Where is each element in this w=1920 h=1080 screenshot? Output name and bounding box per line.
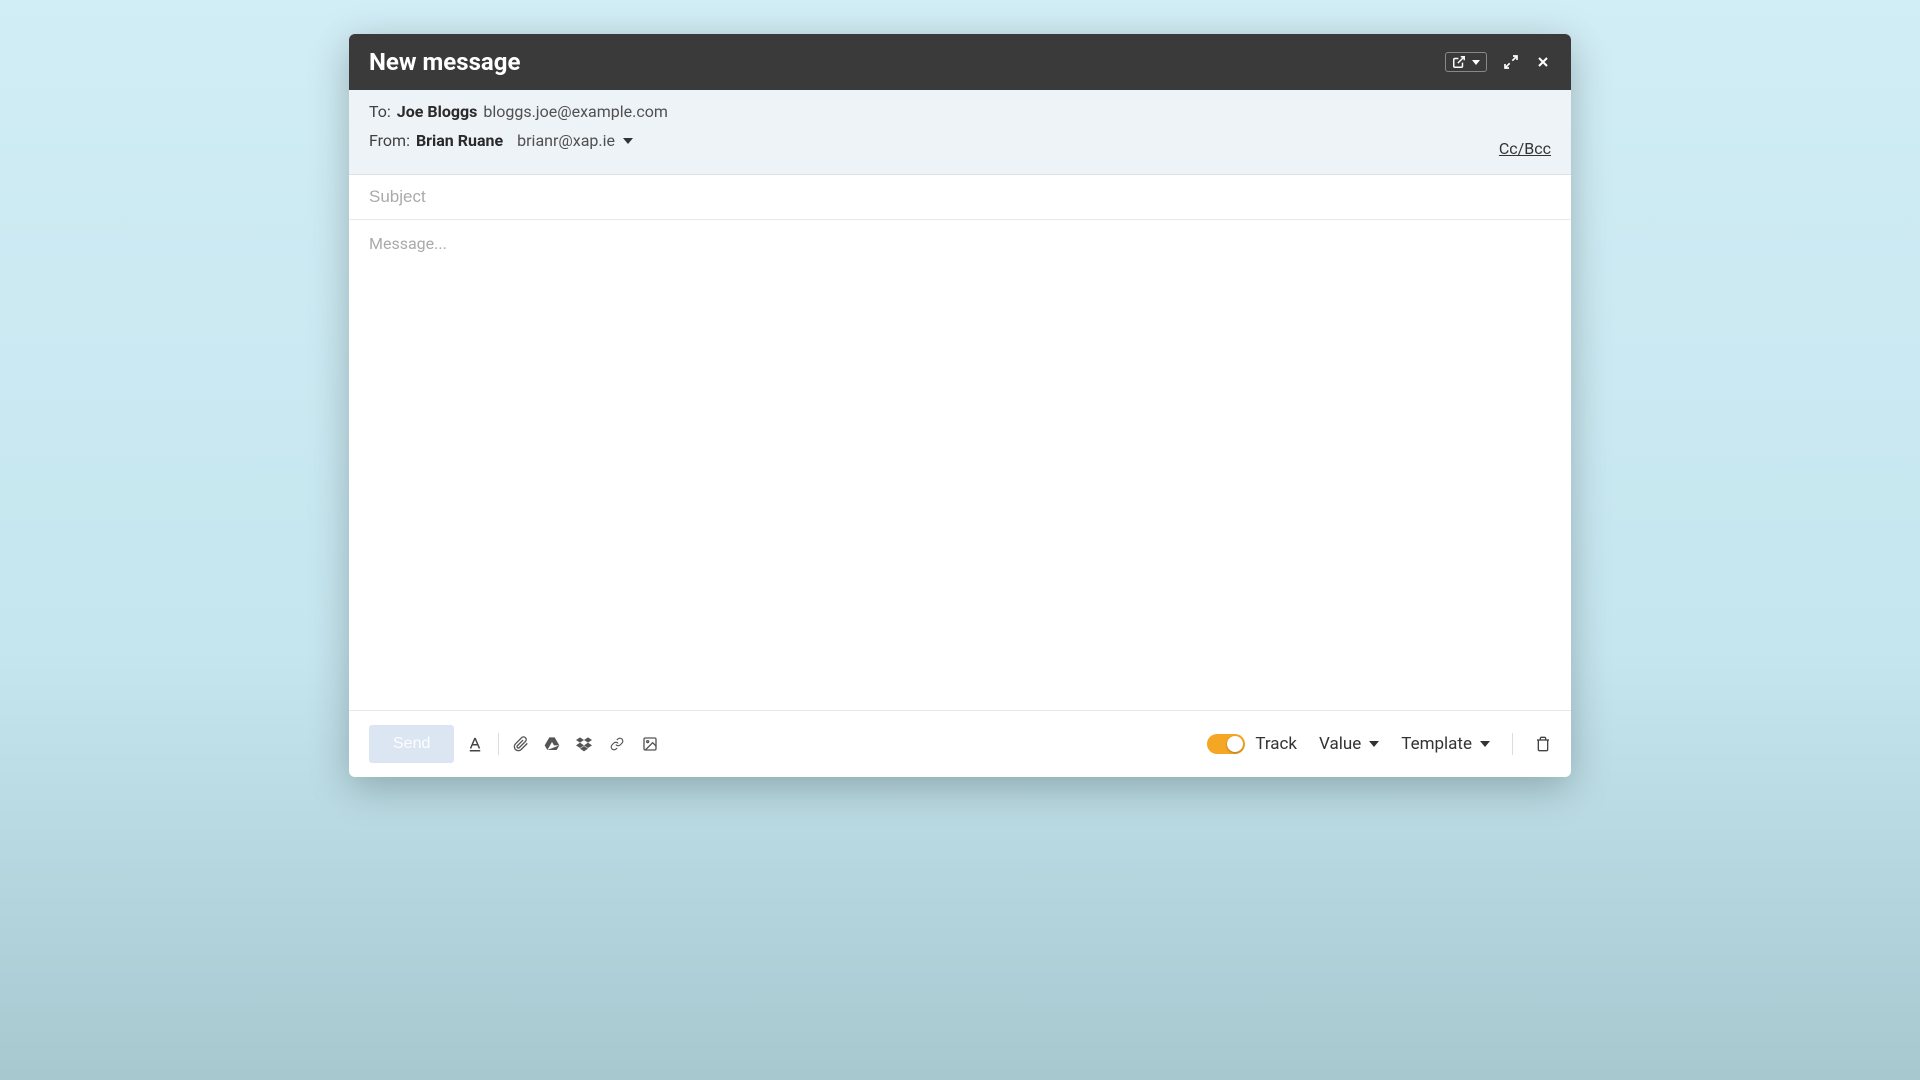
subject-input[interactable]: [369, 175, 1551, 219]
expand-button[interactable]: [1503, 54, 1519, 70]
track-toggle[interactable]: [1207, 734, 1245, 754]
from-label: From:: [369, 131, 410, 150]
from-email: brianr@xap.ie: [517, 131, 615, 150]
footer-left: Send: [369, 725, 659, 763]
value-label: Value: [1319, 734, 1361, 754]
popout-dropdown[interactable]: [1445, 52, 1487, 72]
compose-footer: Send: [349, 710, 1571, 777]
recipients-section: To: Joe Bloggs bloggs.joe@example.com Fr…: [349, 90, 1571, 175]
body-area: [349, 220, 1571, 710]
template-label: Template: [1401, 734, 1472, 754]
track-label: Track: [1255, 734, 1297, 754]
ccbcc-link[interactable]: Cc/Bcc: [1499, 139, 1551, 158]
attachment-button[interactable]: [513, 735, 529, 753]
toolbar-icons: [466, 733, 659, 755]
close-button[interactable]: [1535, 54, 1551, 70]
compose-window: New message: [349, 34, 1571, 777]
link-button[interactable]: [607, 737, 627, 751]
popout-icon: [1452, 55, 1466, 69]
header-title: New message: [369, 48, 520, 76]
template-dropdown[interactable]: Template: [1401, 734, 1490, 754]
subject-row: [349, 175, 1571, 220]
from-dropdown[interactable]: Brian Ruane brianr@xap.ie: [416, 131, 633, 150]
to-name: Joe Bloggs: [397, 102, 478, 121]
image-button[interactable]: [641, 736, 659, 752]
track-group: Track: [1207, 734, 1297, 754]
google-drive-button[interactable]: [543, 736, 561, 752]
to-label: To:: [369, 102, 391, 121]
message-textarea[interactable]: [369, 234, 1551, 272]
send-button[interactable]: Send: [369, 725, 454, 763]
compose-header: New message: [349, 34, 1571, 90]
header-controls: [1445, 52, 1551, 72]
text-format-button[interactable]: [466, 735, 484, 753]
delete-button[interactable]: [1535, 735, 1551, 753]
chevron-down-icon: [1369, 741, 1379, 747]
footer-right: Track Value Template: [1207, 733, 1551, 755]
chevron-down-icon: [623, 138, 633, 144]
chevron-down-icon: [1480, 741, 1490, 747]
chevron-down-icon: [1472, 60, 1480, 65]
from-row: From: Brian Ruane brianr@xap.ie: [369, 131, 1551, 150]
to-email: bloggs.joe@example.com: [483, 102, 668, 121]
dropbox-button[interactable]: [575, 736, 593, 752]
to-row[interactable]: To: Joe Bloggs bloggs.joe@example.com: [369, 102, 1551, 121]
divider: [1512, 733, 1513, 755]
toggle-knob: [1227, 736, 1243, 752]
value-dropdown[interactable]: Value: [1319, 734, 1379, 754]
from-name: Brian Ruane: [416, 131, 503, 150]
divider: [498, 733, 499, 755]
